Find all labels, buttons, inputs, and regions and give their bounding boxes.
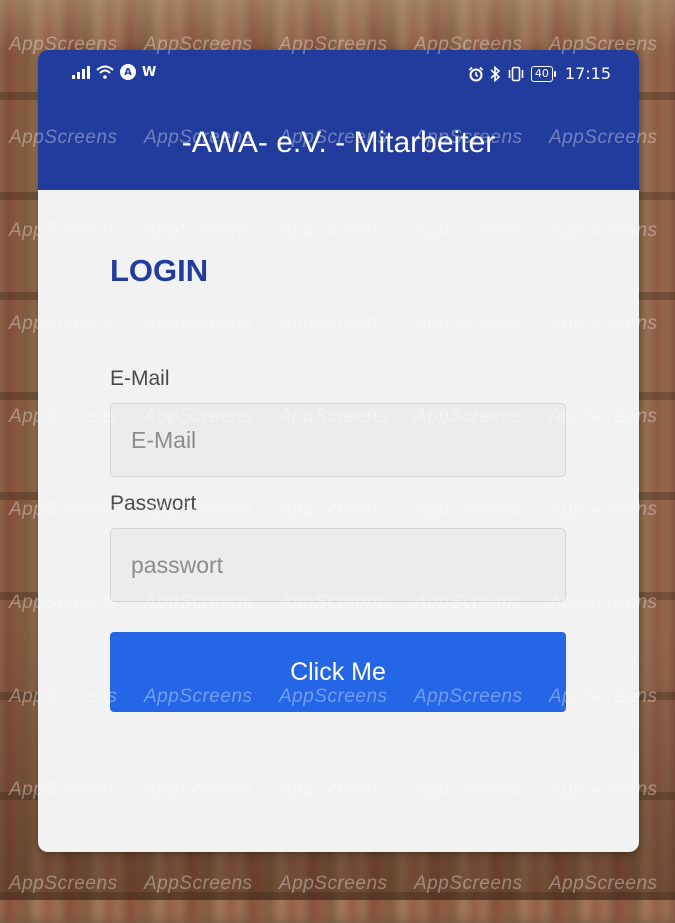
signal-icon [72,65,90,79]
email-label: E-Mail [110,367,170,390]
vibrate-icon [508,66,524,81]
status-bar-right: 40 17:15 [468,64,611,83]
login-button[interactable]: Click Me [110,632,566,712]
status-bar: A W 40 17:15 [38,60,639,88]
status-time: 17:15 [564,64,611,83]
status-bar-left: A W [72,64,156,80]
password-field[interactable] [110,528,566,602]
w-notification-icon: W [142,64,157,80]
password-label: Passwort [110,492,197,515]
app-notification-icon: A [120,64,136,80]
wifi-icon [96,65,114,79]
app-title: -AWA- e.V. - Mitarbeiter [181,126,496,159]
email-field[interactable] [110,403,566,477]
app-window: A W 40 17:15 -AWA- e.V. - Mitarbeiter LO… [38,50,639,852]
alarm-icon [468,66,484,81]
battery-icon: 40 [530,65,556,82]
app-header: A W 40 17:15 -AWA- e.V. - Mitarbeiter [38,50,639,190]
login-heading: LOGIN [110,253,209,288]
bluetooth-icon [490,65,501,82]
